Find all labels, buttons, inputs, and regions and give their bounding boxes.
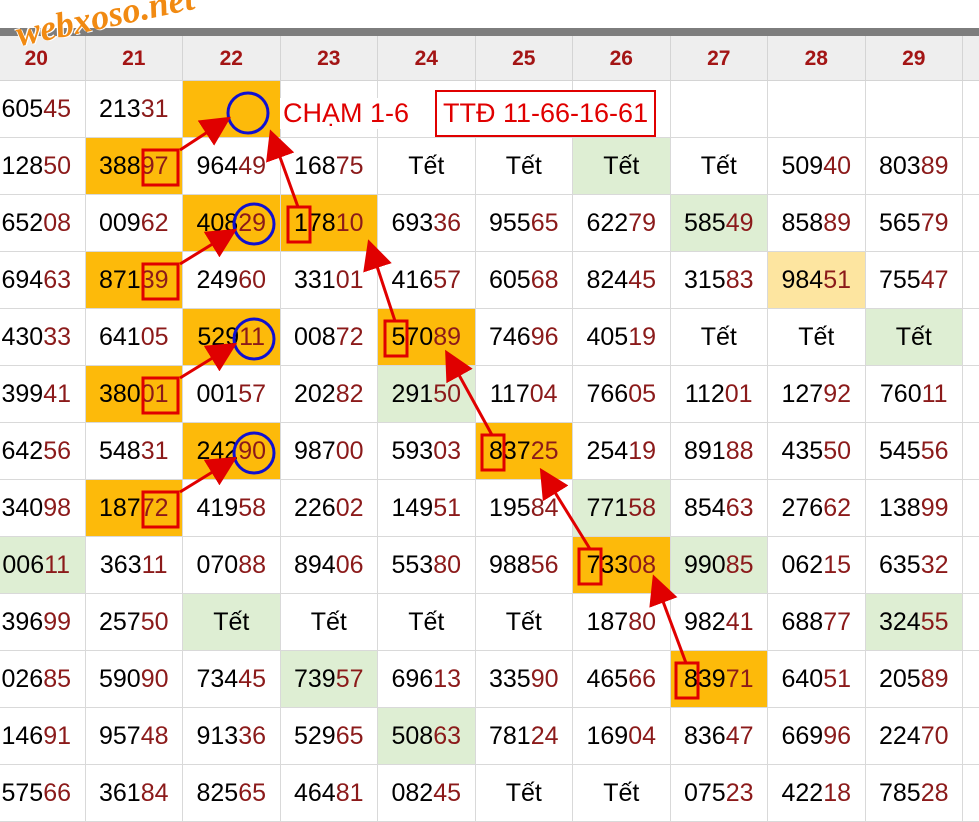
trend-arrow <box>179 456 238 494</box>
trend-arrow <box>363 239 397 322</box>
trend-arrow <box>649 574 688 664</box>
digit-circle <box>226 91 270 135</box>
trend-arrow <box>445 349 494 436</box>
digit-circle <box>232 431 276 475</box>
digit-circle <box>232 202 276 246</box>
trend-arrow <box>179 342 238 380</box>
digit-box <box>286 205 312 244</box>
trend-arrow <box>179 116 232 152</box>
trend-arrow <box>179 228 238 266</box>
cham-label: CHẠM 1-6 <box>280 98 413 129</box>
digit-box <box>577 547 603 586</box>
trend-arrow <box>266 129 300 208</box>
digit-box <box>141 148 180 187</box>
digit-box <box>383 319 409 358</box>
trend-arrow <box>539 467 592 550</box>
digit-box <box>141 376 180 415</box>
digit-box <box>141 262 180 301</box>
ttd-label: TTĐ 11-66-16-61 <box>435 90 657 137</box>
digit-box <box>674 661 700 700</box>
digit-box <box>480 433 506 472</box>
digit-box <box>141 490 180 529</box>
digit-circle <box>232 317 276 361</box>
